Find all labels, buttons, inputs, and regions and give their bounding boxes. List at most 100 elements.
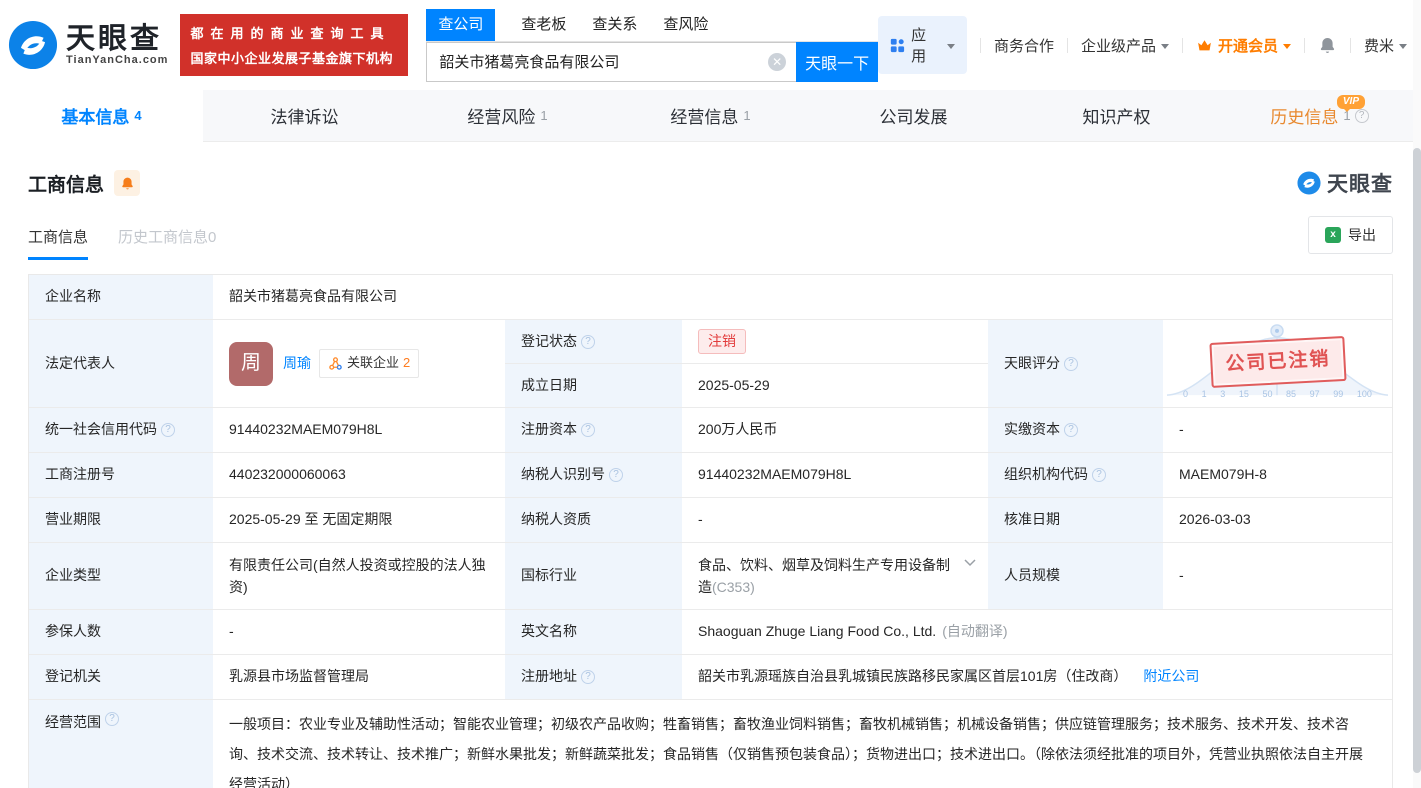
label-text: 实缴资本 <box>1004 419 1060 441</box>
field-value-approval-date: 2026-03-03 <box>1163 498 1392 543</box>
field-value-legal-rep: 周 周瑜 关联企业 2 <box>213 320 505 408</box>
label-text: 纳税人识别号 <box>521 464 605 486</box>
field-label-biz-term: 营业期限 <box>29 498 213 543</box>
divider <box>1067 38 1068 53</box>
field-label-industry: 国标行业 <box>505 543 682 610</box>
label-text: 成立日期 <box>521 375 577 397</box>
help-icon[interactable] <box>1064 423 1078 437</box>
field-label-staff-size: 人员规模 <box>988 543 1163 610</box>
search-tab-boss[interactable]: 查老板 <box>521 9 566 41</box>
tab-operating-risk[interactable]: 经营风险 1 <box>406 90 609 141</box>
monitor-bell-button[interactable] <box>114 170 140 196</box>
tab-count: 1 <box>743 108 750 123</box>
legal-rep-link[interactable]: 周瑜 <box>283 353 311 375</box>
menu-enterprise-product[interactable]: 企业级产品 <box>1081 35 1169 56</box>
value-text: MAEM079H-8 <box>1179 464 1267 486</box>
tab-label: 经营风险 <box>467 103 535 128</box>
username-label: 费米 <box>1364 35 1394 56</box>
label-text: 登记机关 <box>45 666 101 688</box>
logo-domain: TianYanCha.com <box>66 54 168 66</box>
chevron-down-icon[interactable] <box>964 559 976 567</box>
menu-business-coop[interactable]: 商务合作 <box>994 35 1054 56</box>
tab-company-development[interactable]: 公司发展 <box>812 90 1015 141</box>
label-text: 组织机构代码 <box>1004 464 1088 486</box>
field-value-staff-size: - <box>1163 543 1392 610</box>
search-input[interactable] <box>426 42 796 82</box>
field-value-uscc: 91440232MAEM079H8L <box>213 408 505 453</box>
tab-intellectual-property[interactable]: 知识产权 <box>1015 90 1218 141</box>
help-icon[interactable] <box>581 335 595 349</box>
apps-label: 应用 <box>911 24 941 66</box>
help-icon[interactable] <box>161 423 175 437</box>
tianyancha-logo[interactable]: 天眼查 TianYanCha.com <box>8 20 168 70</box>
status-badge: 注销 <box>698 329 746 355</box>
field-value-industry: 食品、饮料、烟草及饲料生产专用设备制造(C353) <box>682 543 988 610</box>
menu-open-vip[interactable]: 开通会员 <box>1196 35 1291 56</box>
english-name: Shaoguan Zhuge Liang Food Co., Ltd. <box>698 621 936 643</box>
field-value-reg-capital: 200万人民币 <box>682 408 988 453</box>
tab-label: 经营信息 <box>670 103 738 128</box>
nearby-companies-link[interactable]: 附近公司 <box>1143 666 1199 688</box>
scrollbar-track[interactable] <box>1413 0 1421 788</box>
related-companies-badge[interactable]: 关联企业 2 <box>319 349 419 377</box>
divider <box>980 38 981 53</box>
field-label-taxpayer-qual: 纳税人资质 <box>505 498 682 543</box>
field-value-reg-status: 注销 <box>682 320 988 364</box>
scope-text: 一般项目：农业专业及辅助性活动；智能农业管理；初级农产品收购；牲畜销售；畜牧渔业… <box>229 709 1376 788</box>
export-label: 导出 <box>1348 225 1376 245</box>
subtab-history-business-info[interactable]: 历史工商信息0 <box>118 226 216 260</box>
field-value-biz-term: 2025-05-29 至 无固定期限 <box>213 498 505 543</box>
help-icon[interactable] <box>609 468 623 482</box>
notification-bell-icon[interactable] <box>1318 36 1337 55</box>
promo-line1: 都在用的商业查询工具 <box>190 23 398 42</box>
user-menu[interactable]: 费米 <box>1364 35 1407 56</box>
deregistered-stamp: 公司已注销 <box>1209 335 1346 387</box>
field-label-scope: 经营范围 <box>29 700 213 788</box>
tab-history-info[interactable]: VIP 历史信息 1 <box>1218 90 1421 141</box>
help-icon[interactable] <box>581 670 595 684</box>
label-text: 企业类型 <box>45 565 101 587</box>
tab-operating-info[interactable]: 经营信息 1 <box>609 90 812 141</box>
avatar[interactable]: 周 <box>229 342 273 386</box>
score-axis: 0131550859799100 <box>1163 388 1392 402</box>
chevron-down-icon <box>1283 44 1291 49</box>
export-button[interactable]: x 导出 <box>1308 216 1393 254</box>
watermark-logo: 天眼查 <box>1297 168 1393 198</box>
field-label-company-type: 企业类型 <box>29 543 213 610</box>
search-button[interactable]: 天眼一下 <box>796 42 878 82</box>
company-nav-tabs: 基本信息 4 法律诉讼 经营风险 1 经营信息 1 公司发展 知识产权 VIP … <box>0 90 1421 142</box>
field-label-uscc: 统一社会信用代码 <box>29 408 213 453</box>
search-tab-relation[interactable]: 查关系 <box>592 9 637 41</box>
field-label-reg-number: 工商注册号 <box>29 453 213 498</box>
tab-legal-litigation[interactable]: 法律诉讼 <box>203 90 406 141</box>
help-icon[interactable] <box>1064 357 1078 371</box>
field-value-establish-date: 2025-05-29 <box>682 364 988 408</box>
tab-basic-info[interactable]: 基本信息 4 <box>0 90 203 142</box>
label-text: 统一社会信用代码 <box>45 419 157 441</box>
label-text: 参保人数 <box>45 621 101 643</box>
network-icon <box>328 356 343 371</box>
apps-menu[interactable]: 应用 <box>878 16 967 74</box>
field-value-paid-capital: - <box>1163 408 1392 453</box>
crown-icon <box>1196 37 1213 54</box>
help-icon[interactable] <box>105 712 119 726</box>
value-text: - <box>1179 565 1184 587</box>
label-text: 经营范围 <box>45 712 101 734</box>
search-tab-company[interactable]: 查公司 <box>426 9 495 41</box>
help-icon[interactable] <box>1092 468 1106 482</box>
promo-banner: 都在用的商业查询工具 国家中小企业发展子基金旗下机构 <box>180 14 408 76</box>
value-text: 91440232MAEM079H8L <box>698 464 851 486</box>
value-text: 440232000060063 <box>229 464 346 486</box>
clear-search-icon[interactable]: ✕ <box>768 53 786 71</box>
tab-label: 知识产权 <box>1083 103 1151 128</box>
search-tab-risk[interactable]: 查风险 <box>663 9 708 41</box>
field-label-reg-authority: 登记机关 <box>29 655 213 700</box>
field-label-insured: 参保人数 <box>29 610 213 655</box>
help-icon[interactable] <box>581 423 595 437</box>
field-label-reg-capital: 注册资本 <box>505 408 682 453</box>
field-label-approval-date: 核准日期 <box>988 498 1163 543</box>
field-value-english-name: Shaoguan Zhuge Liang Food Co., Ltd. (自动翻… <box>682 610 1392 655</box>
scrollbar-thumb[interactable] <box>1413 148 1421 773</box>
help-icon[interactable] <box>1355 109 1369 123</box>
subtab-business-info[interactable]: 工商信息 <box>28 226 88 260</box>
